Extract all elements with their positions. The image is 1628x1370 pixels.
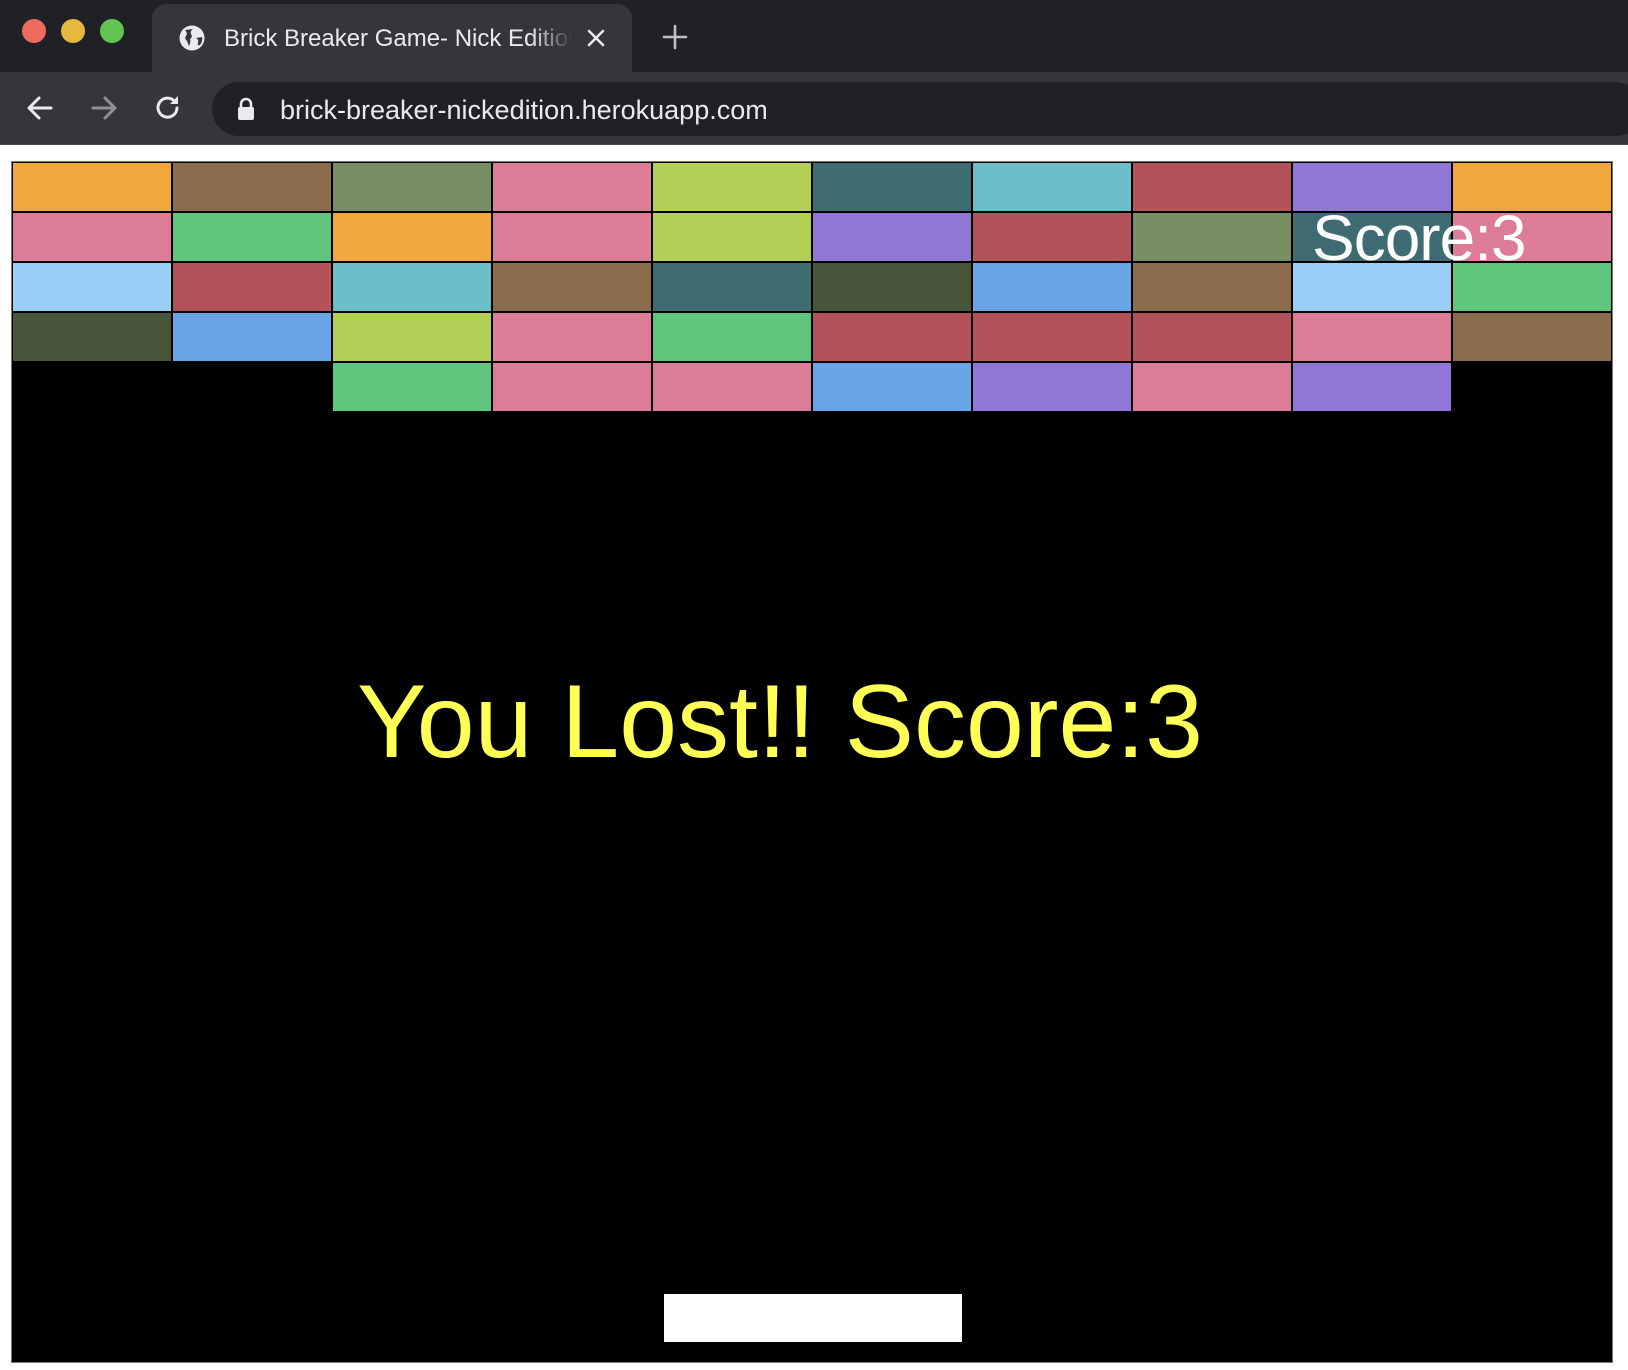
brick: [812, 262, 972, 312]
score-display: Score:3: [1312, 202, 1527, 274]
tab-strip: Brick Breaker Game- Nick Edition: [0, 0, 1628, 72]
url-text[interactable]: brick-breaker-nickedition.herokuapp.com: [280, 94, 768, 126]
brick: [972, 362, 1132, 412]
brick: [332, 262, 492, 312]
brick: [812, 162, 972, 212]
brick: [1292, 312, 1452, 362]
brick: [332, 312, 492, 362]
brick: [652, 162, 812, 212]
minimize-window-button[interactable]: [61, 19, 85, 43]
brick: [1132, 262, 1292, 312]
brick: [172, 312, 332, 362]
back-arrow-icon[interactable]: [24, 92, 56, 124]
brick: [492, 212, 652, 262]
game-canvas[interactable]: Score:3 You Lost!! Score:3: [11, 161, 1613, 1363]
maximize-window-button[interactable]: [100, 19, 124, 43]
brick: [812, 362, 972, 412]
reload-icon[interactable]: [152, 92, 184, 124]
game-over-message: You Lost!! Score:3: [356, 664, 1204, 780]
brick: [1132, 212, 1292, 262]
brick: [12, 162, 172, 212]
address-bar[interactable]: brick-breaker-nickedition.herokuapp.com: [212, 82, 1628, 136]
brick: [12, 212, 172, 262]
brick: [812, 312, 972, 362]
lock-icon[interactable]: [236, 97, 256, 121]
forward-arrow-icon[interactable]: [88, 92, 120, 124]
brick: [972, 162, 1132, 212]
tab-title: Brick Breaker Game- Nick Edition: [224, 25, 572, 52]
close-window-button[interactable]: [22, 19, 46, 43]
close-icon[interactable]: [582, 24, 610, 52]
brick: [12, 312, 172, 362]
brick: [492, 262, 652, 312]
brick: [172, 162, 332, 212]
brick: [332, 212, 492, 262]
brick: [1292, 362, 1452, 412]
brick: [972, 212, 1132, 262]
brick: [1132, 312, 1292, 362]
globe-icon: [178, 24, 206, 52]
brick: [332, 162, 492, 212]
brick: [652, 312, 812, 362]
browser-tab[interactable]: Brick Breaker Game- Nick Edition: [152, 4, 632, 72]
brick: [972, 312, 1132, 362]
brick: [12, 262, 172, 312]
brick: [332, 362, 492, 412]
brick: [1132, 362, 1292, 412]
brick: [652, 262, 812, 312]
brick: [492, 162, 652, 212]
brick: [1132, 162, 1292, 212]
brick: [812, 212, 972, 262]
brick: [172, 212, 332, 262]
brick: [1452, 312, 1612, 362]
plus-icon[interactable]: [660, 22, 690, 52]
brick: [652, 212, 812, 262]
brick: [972, 262, 1132, 312]
brick: [492, 312, 652, 362]
brick: [652, 362, 812, 412]
browser-toolbar: brick-breaker-nickedition.herokuapp.com: [0, 72, 1628, 145]
brick: [492, 362, 652, 412]
brick: [172, 262, 332, 312]
paddle[interactable]: [664, 1294, 962, 1342]
